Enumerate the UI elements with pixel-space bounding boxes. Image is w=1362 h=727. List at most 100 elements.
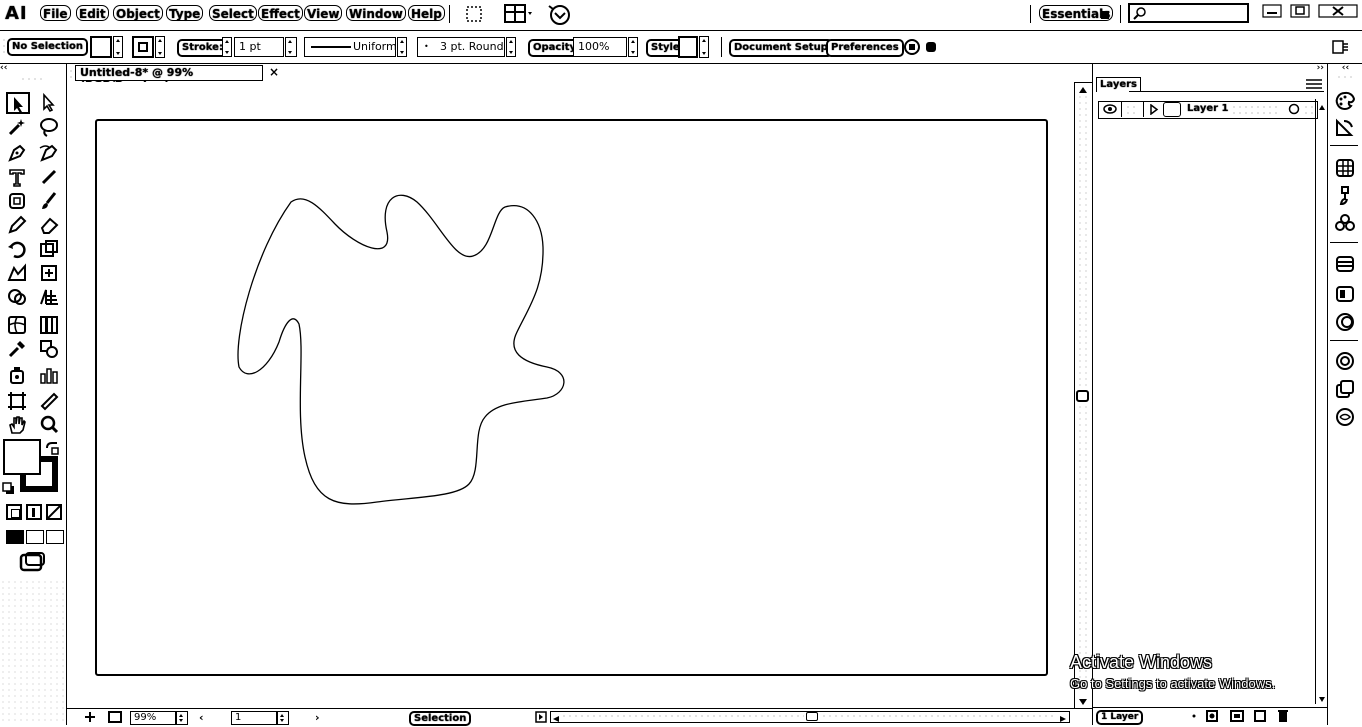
h-scroll-thumb[interactable]: [806, 712, 818, 721]
graphic-style-swatch[interactable]: [678, 36, 698, 58]
make-clipping-mask-icon[interactable]: [1205, 709, 1219, 726]
type-tool[interactable]: [6, 166, 30, 188]
color-panel-icon[interactable]: [1334, 90, 1356, 112]
delete-layer-icon[interactable]: [1277, 709, 1289, 726]
fill-swatch[interactable]: [90, 36, 112, 58]
curvature-tool[interactable]: [38, 142, 62, 164]
menu-object[interactable]: Object: [113, 5, 163, 21]
perspective-grid-tool[interactable]: [38, 286, 62, 308]
gradient-mode-button[interactable]: [26, 504, 42, 520]
gpu-performance-icon[interactable]: [547, 3, 573, 30]
scroll-right-icon[interactable]: [1059, 713, 1067, 726]
brushes-panel-icon[interactable]: [1334, 184, 1356, 206]
status-share-icon[interactable]: [107, 710, 123, 727]
blend-tool[interactable]: [38, 338, 62, 360]
rectangle-tool[interactable]: [6, 190, 30, 212]
menu-help[interactable]: Help: [408, 5, 445, 21]
default-fill-stroke-icon[interactable]: [2, 482, 16, 499]
menu-effect[interactable]: Effect: [258, 5, 303, 21]
arrange-documents-icon[interactable]: [503, 3, 535, 28]
layers-tab[interactable]: Layers: [1096, 77, 1141, 92]
previous-artboard-icon[interactable]: ‹: [199, 711, 204, 724]
color-mode-button[interactable]: [6, 504, 22, 520]
brush-dropdown[interactable]: [506, 37, 516, 57]
eraser-tool[interactable]: [38, 214, 62, 236]
lasso-tool[interactable]: [38, 116, 62, 138]
fill-dropdown[interactable]: [113, 36, 123, 58]
document-setup-button[interactable]: Document Setup: [729, 39, 833, 57]
scroll-thumb[interactable]: [1076, 390, 1089, 402]
opacity-field[interactable]: 100%: [573, 37, 627, 57]
gradient-tool[interactable]: [38, 314, 62, 336]
horizontal-scrollbar[interactable]: [550, 711, 1070, 723]
line-segment-tool[interactable]: [38, 166, 62, 188]
layers-panel-collapse[interactable]: ››: [1093, 64, 1328, 73]
layers-scroll-up-icon[interactable]: [1318, 101, 1326, 114]
locate-object-icon[interactable]: [1188, 710, 1200, 725]
rotate-tool[interactable]: [6, 238, 30, 260]
profile-dropdown[interactable]: [397, 37, 407, 57]
artboard-dropdown[interactable]: [277, 711, 289, 725]
slice-tool[interactable]: [38, 390, 62, 412]
layer-visibility-icon[interactable]: [1102, 103, 1118, 118]
direct-selection-tool[interactable]: [38, 92, 62, 114]
blob-path[interactable]: [67, 82, 1074, 708]
draw-behind-button[interactable]: [26, 530, 44, 544]
arrange-options-icon[interactable]: [902, 37, 938, 60]
menu-edit[interactable]: Edit: [76, 5, 109, 21]
color-guide-icon[interactable]: [1334, 116, 1356, 138]
free-transform-tool[interactable]: [38, 262, 62, 284]
stroke-swatch[interactable]: [132, 36, 154, 58]
appearance-panel-icon[interactable]: [1334, 350, 1356, 372]
control-panel-menu-icon[interactable]: [1330, 38, 1350, 59]
stroke-panel-icon[interactable]: [1334, 253, 1356, 275]
zoom-dropdown[interactable]: [176, 711, 188, 725]
stroke-label[interactable]: Stroke:: [177, 39, 228, 57]
draw-inside-button[interactable]: [46, 530, 64, 544]
artboard-field[interactable]: 1: [231, 711, 277, 725]
artboard-tool[interactable]: [6, 390, 30, 412]
shape-builder-tool[interactable]: [6, 286, 30, 308]
panel-dock-collapse[interactable]: ‹‹: [1328, 64, 1362, 73]
layer-name[interactable]: Layer 1: [1187, 103, 1228, 114]
zoom-field[interactable]: 99%: [130, 711, 176, 725]
search-input[interactable]: [1128, 3, 1249, 23]
menu-window[interactable]: Window: [346, 5, 406, 21]
stroke-weight-field[interactable]: 1 pt: [234, 37, 284, 57]
layer-row[interactable]: Layer 1: [1098, 101, 1318, 119]
preferences-button[interactable]: Preferences: [826, 39, 904, 57]
create-sublayer-icon[interactable]: [1229, 709, 1245, 726]
menu-type[interactable]: Type: [166, 5, 204, 21]
canvas-area[interactable]: [67, 82, 1074, 708]
column-graph-tool[interactable]: [38, 364, 62, 386]
new-layer-icon[interactable]: [1253, 709, 1267, 726]
scale-tool[interactable]: [38, 238, 62, 260]
bridge-icon[interactable]: [465, 5, 483, 26]
workspace-dropdown-icon[interactable]: [1100, 10, 1110, 23]
close-document-icon[interactable]: ×: [269, 65, 279, 79]
document-tab[interactable]: Untitled-8* @ 99% (RGB/Preview): [75, 65, 263, 92]
status-menu-icon[interactable]: [535, 711, 547, 726]
graphic-styles-panel-icon[interactable]: [1334, 378, 1356, 400]
menu-view[interactable]: View: [304, 5, 343, 21]
paintbrush-tool[interactable]: [38, 190, 62, 212]
layer-lock-slot[interactable]: [1125, 104, 1139, 115]
variable-width-profile[interactable]: Uniform: [304, 37, 397, 57]
status-navigate-icon[interactable]: [81, 710, 99, 727]
opacity-dropdown[interactable]: [628, 37, 638, 57]
layer-selection-slot[interactable]: [1303, 104, 1315, 115]
symbol-sprayer-tool[interactable]: [6, 364, 30, 386]
vertical-scrollbar[interactable]: [1074, 82, 1091, 708]
transparency-panel-icon[interactable]: [1334, 311, 1356, 333]
layers-panel-menu-icon[interactable]: [1304, 78, 1324, 93]
restore-icon[interactable]: [1290, 4, 1310, 21]
layers-scroll-down-icon[interactable]: [1318, 693, 1326, 706]
tools-panel-collapse[interactable]: ‹‹: [0, 64, 66, 73]
symbols-panel-icon[interactable]: [1334, 212, 1356, 234]
warp-tool[interactable]: [6, 262, 30, 284]
stroke-dropdown[interactable]: [155, 36, 165, 58]
pencil-tool[interactable]: [6, 214, 30, 236]
selection-tool[interactable]: [6, 92, 30, 114]
graphic-style-dropdown[interactable]: [699, 36, 709, 58]
pen-tool[interactable]: [6, 142, 30, 164]
